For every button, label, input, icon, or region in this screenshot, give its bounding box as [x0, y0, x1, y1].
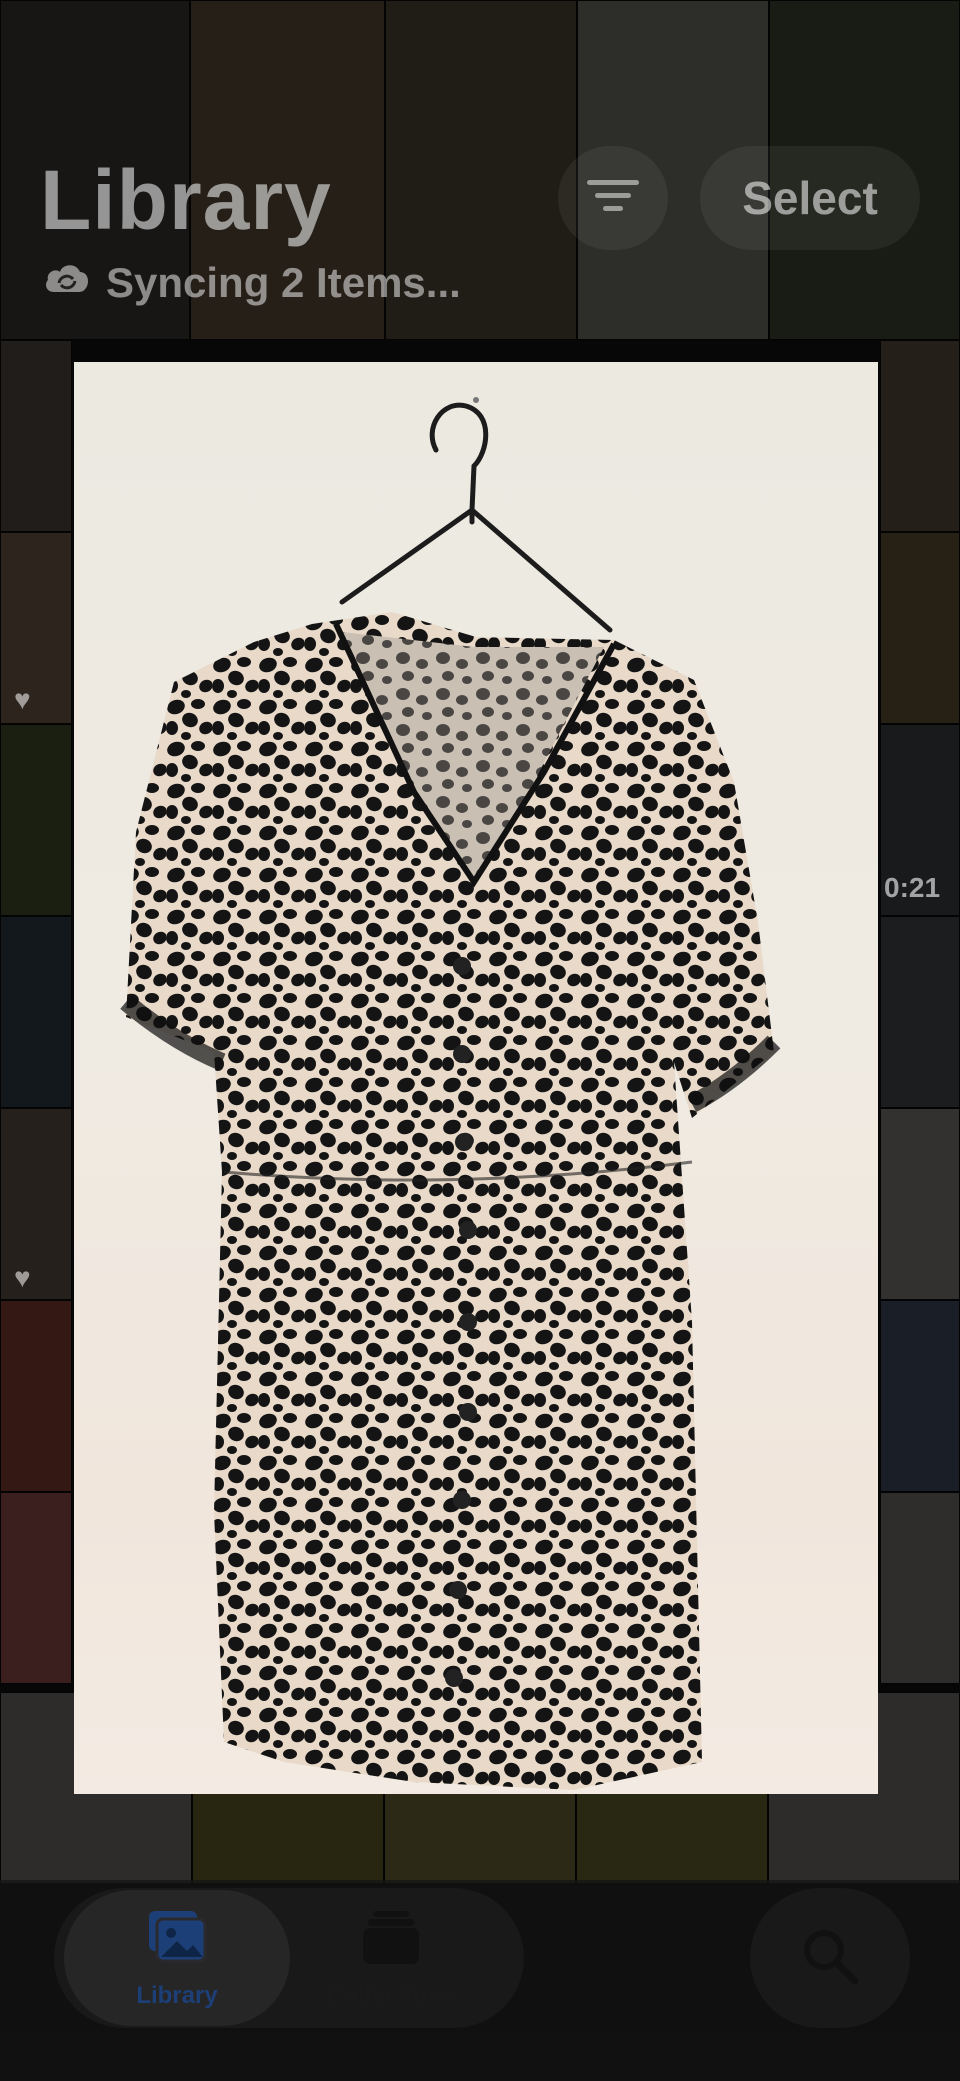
dress-photo [120, 397, 781, 1790]
page-title: Library [40, 153, 332, 247]
search-button[interactable] [750, 1888, 910, 2028]
cloud-sync-icon [42, 258, 92, 308]
stacked-folders-icon [359, 1907, 423, 1972]
tab-library-label: Library [136, 1981, 218, 2009]
library-header: Library Syncing 2 Items... Select [0, 0, 960, 360]
select-button[interactable]: Select [700, 146, 920, 250]
video-duration: 0:21 [884, 872, 941, 903]
tab-collections[interactable]: Collections [296, 1890, 486, 2026]
photo-library-icon [145, 1907, 209, 1972]
tab-collections-label: Collections [326, 1981, 456, 2009]
filter-button[interactable] [558, 146, 668, 250]
heart-icon: ♥ [14, 684, 31, 715]
sync-status-text: Syncing 2 Items... [106, 259, 461, 306]
heart-icon: ♥ [14, 1262, 31, 1293]
filter-lines-icon [583, 176, 643, 221]
sync-status[interactable]: Syncing 2 Items... [42, 258, 461, 308]
magnifier-icon [799, 1925, 861, 1992]
photo-preview[interactable] [74, 362, 878, 1794]
tab-library[interactable]: Library [64, 1890, 290, 2026]
